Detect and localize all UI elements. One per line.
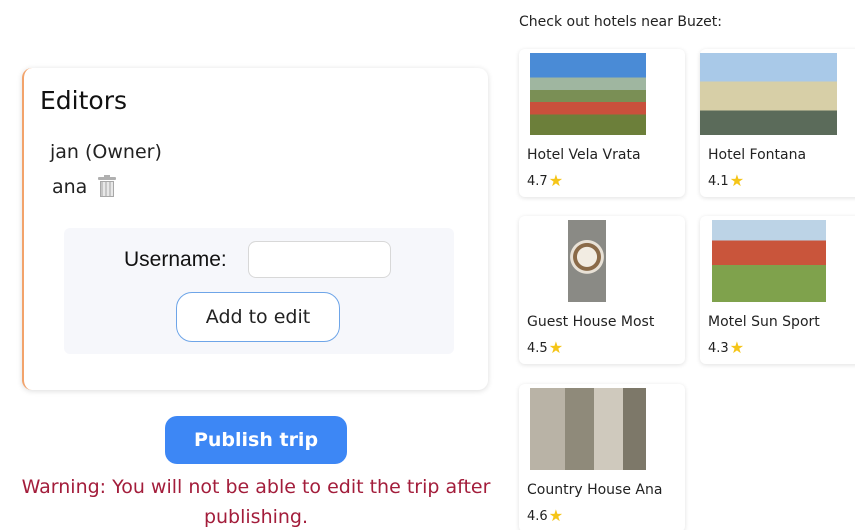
rating-value: 4.6 [527,508,548,524]
hotel-rating: 4.5 ★ [527,340,563,356]
star-icon: ★ [729,171,745,190]
hotel-name: Hotel Fontana [708,147,807,163]
hotel-rating: 4.7 ★ [527,173,563,189]
hotel-name: Guest House Most [527,314,655,330]
hotel-name: Hotel Vela Vrata [527,147,641,163]
star-icon: ★ [548,171,564,190]
hotel-card-fontana[interactable]: Hotel Fontana 4.1 ★ [700,49,855,197]
hotel-name: Motel Sun Sport [708,314,820,330]
star-icon: ★ [548,338,564,357]
hotel-card-country-house-ana[interactable]: Country House Ana 4.6 ★ [519,384,685,530]
hotel-photo [530,53,646,135]
hotel-photo [700,53,837,135]
star-icon: ★ [729,338,745,357]
username-input[interactable] [248,241,391,278]
hotel-card-vela-vrata[interactable]: Hotel Vela Vrata 4.7 ★ [519,49,685,197]
editor-name: ana [52,176,88,198]
rating-value: 4.5 [527,340,548,356]
hotel-rating: 4.1 ★ [708,173,744,189]
hotel-photo [568,220,606,302]
editors-card: Editors jan (Owner) ana Username: Add to… [22,68,488,390]
hotel-rating: 4.6 ★ [527,508,563,524]
username-label: Username: [124,248,227,271]
hotel-photo [530,388,646,470]
editor-name: jan (Owner) [50,141,162,163]
hotels-heading: Check out hotels near Buzet: [519,14,722,30]
rating-value: 4.1 [708,173,729,189]
editors-title: Editors [40,86,128,115]
hotel-rating: 4.3 ★ [708,340,744,356]
star-icon: ★ [548,506,564,525]
editor-item-owner: jan (Owner) [50,141,162,163]
trash-icon[interactable] [97,175,117,198]
add-to-edit-button[interactable]: Add to edit [176,292,340,342]
editor-item-ana: ana [52,175,117,198]
hotel-name: Country House Ana [527,482,663,498]
hotel-photo [712,220,826,302]
hotel-card-most[interactable]: Guest House Most 4.5 ★ [519,216,685,364]
add-editor-panel: Username: Add to edit [64,228,454,354]
publish-trip-button[interactable]: Publish trip [165,416,347,464]
publish-warning: Warning: You will not be able to edit th… [21,476,491,528]
hotel-card-sun-sport[interactable]: Motel Sun Sport 4.3 ★ [700,216,855,364]
rating-value: 4.7 [527,173,548,189]
rating-value: 4.3 [708,340,729,356]
